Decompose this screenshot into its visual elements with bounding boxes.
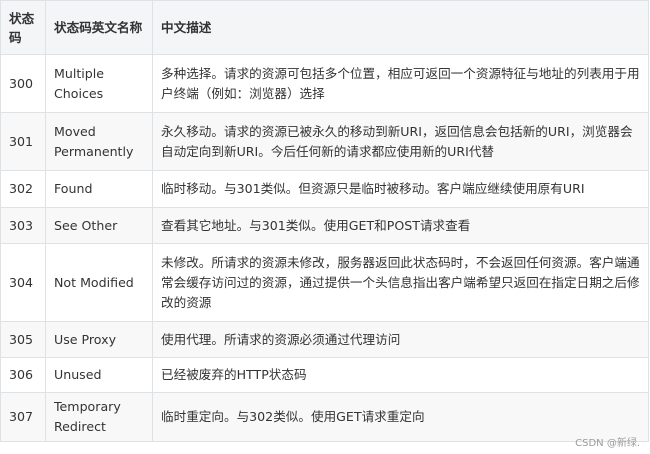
english-name-cell: Found — [45, 170, 153, 208]
status-code-cell: 306 — [0, 357, 46, 393]
status-code-cell: 301 — [0, 112, 46, 171]
status-code-cell: 307 — [0, 392, 46, 442]
table-header-row: 状态码 状态码英文名称 中文描述 — [0, 0, 649, 55]
table-row: 302 Found 临时移动。与301类似。但资源只是临时被移动。客户端应继续使… — [0, 170, 649, 208]
http-status-table: 状态码 状态码英文名称 中文描述 300 Multiple Choices 多种… — [0, 0, 649, 442]
status-code-cell: 305 — [0, 321, 46, 358]
header-status-code: 状态码 — [0, 0, 46, 55]
english-name-cell: Temporary Redirect — [45, 392, 153, 442]
table-row: 301 Moved Permanently 永久移动。请求的资源已被永久的移动到… — [0, 112, 649, 171]
description-cell: 临时重定向。与302类似。使用GET请求重定向 — [152, 392, 649, 442]
status-code-cell: 300 — [0, 54, 46, 113]
description-cell: 使用代理。所请求的资源必须通过代理访问 — [152, 321, 649, 358]
table-row: 300 Multiple Choices 多种选择。请求的资源可包括多个位置，相… — [0, 54, 649, 113]
description-cell: 永久移动。请求的资源已被永久的移动到新URI，返回信息会包括新的URI，浏览器会… — [152, 112, 649, 171]
csdn-watermark: CSDN @新绿. — [575, 438, 640, 449]
table-row: 306 Unused 已经被废弃的HTTP状态码 — [0, 357, 649, 393]
status-code-cell: 302 — [0, 170, 46, 208]
description-cell: 查看其它地址。与301类似。使用GET和POST请求查看 — [152, 207, 649, 244]
english-name-cell: See Other — [45, 207, 153, 244]
status-code-cell: 303 — [0, 207, 46, 244]
table-row: 303 See Other 查看其它地址。与301类似。使用GET和POST请求… — [0, 207, 649, 244]
description-cell: 已经被废弃的HTTP状态码 — [152, 357, 649, 393]
description-cell: 未修改。所请求的资源未修改，服务器返回此状态码时，不会返回任何资源。客户端通常会… — [152, 243, 649, 322]
english-name-cell: Moved Permanently — [45, 112, 153, 171]
english-name-cell: Not Modified — [45, 243, 153, 322]
table-row: 307 Temporary Redirect 临时重定向。与302类似。使用GE… — [0, 392, 649, 442]
english-name-cell: Use Proxy — [45, 321, 153, 358]
status-code-cell: 304 — [0, 243, 46, 322]
english-name-cell: Multiple Choices — [45, 54, 153, 113]
description-cell: 临时移动。与301类似。但资源只是临时被移动。客户端应继续使用原有URI — [152, 170, 649, 208]
header-chinese-description: 中文描述 — [152, 0, 649, 55]
english-name-cell: Unused — [45, 357, 153, 393]
table-row: 304 Not Modified 未修改。所请求的资源未修改，服务器返回此状态码… — [0, 243, 649, 322]
table-row: 305 Use Proxy 使用代理。所请求的资源必须通过代理访问 — [0, 321, 649, 358]
description-cell: 多种选择。请求的资源可包括多个位置，相应可返回一个资源特征与地址的列表用于用户终… — [152, 54, 649, 113]
header-english-name: 状态码英文名称 — [45, 0, 153, 55]
